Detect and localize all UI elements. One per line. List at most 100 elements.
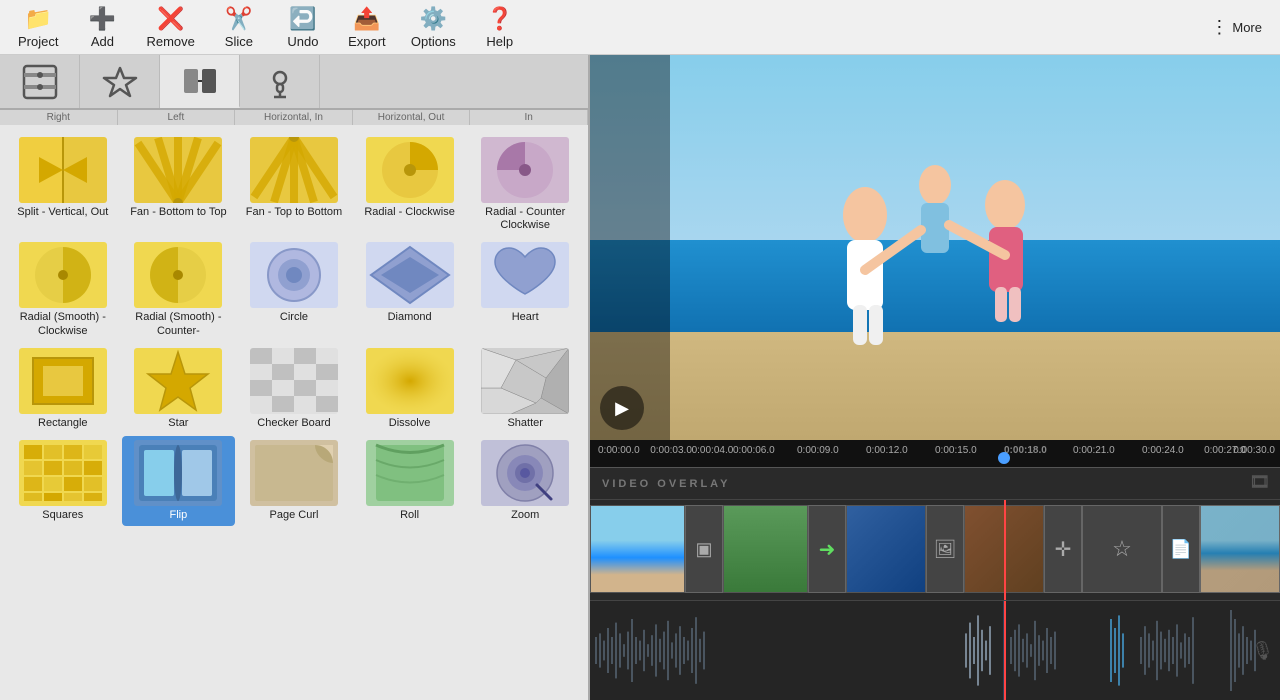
label-in: In xyxy=(470,110,588,125)
transition-shatter[interactable]: Shatter xyxy=(468,344,582,434)
transition-split-vertical-out[interactable]: Split - Vertical, Out xyxy=(6,133,120,236)
remove-button[interactable]: ❌ Remove xyxy=(136,2,204,53)
time-mark-6: 0:00:15.0 xyxy=(935,445,977,456)
track-area: ▣ ➜ 🖼 xyxy=(590,500,1280,600)
audio-track: 🎙 xyxy=(590,600,1280,700)
waveform xyxy=(590,601,1280,700)
add-button[interactable]: ➕ Add xyxy=(72,2,132,53)
help-label: Help xyxy=(486,34,513,49)
transition-5[interactable]: 📄 xyxy=(1162,505,1200,593)
transition-diamond[interactable]: Diamond xyxy=(353,238,467,341)
transition-circle[interactable]: Circle xyxy=(237,238,351,341)
time-mark-4: 0:00:09.0 xyxy=(797,445,839,456)
transition-fan-bottom-top[interactable]: Fan - Bottom to Top xyxy=(122,133,236,236)
toolbar: 📁 Project ➕ Add ❌ Remove ✂️ Slice ↩️ Und… xyxy=(0,0,1280,55)
options-icon: ⚙️ xyxy=(420,6,447,32)
clip-1[interactable] xyxy=(590,505,685,593)
transition-radial-smooth-counter[interactable]: Radial (Smooth) - Counter- xyxy=(122,238,236,341)
transition-label: Page Curl xyxy=(270,509,319,522)
undo-button[interactable]: ↩️ Undo xyxy=(273,2,333,53)
more-label: More xyxy=(1232,20,1262,35)
clip-6[interactable] xyxy=(1200,505,1280,593)
options-button[interactable]: ⚙️ Options xyxy=(401,2,466,53)
time-mark-current: 0:00:18.0 xyxy=(1004,445,1047,456)
transition-label: Squares xyxy=(42,509,83,522)
undo-icon: ↩️ xyxy=(289,6,316,32)
transition-checker-board[interactable]: Checker Board xyxy=(237,344,351,434)
export-icon: 📤 xyxy=(353,6,380,32)
time-mark-2: 0:00:04.0 xyxy=(692,445,734,456)
timeline-area: 0:00:00.0 0:00:03.0 0:00:04.0 0:00:06.0 … xyxy=(590,440,1280,700)
video-overlay-bar: VIDEO OVERLAY 🎞 xyxy=(590,468,1280,500)
transition-label: Diamond xyxy=(388,311,432,324)
clip-strip: ▣ ➜ 🖼 xyxy=(590,505,1280,593)
slice-icon: ✂️ xyxy=(225,6,252,32)
transition-label: Fan - Bottom to Top xyxy=(130,206,226,219)
playhead-marker[interactable] xyxy=(998,452,1010,464)
label-left: Left xyxy=(118,110,236,125)
transition-label: Circle xyxy=(280,311,308,324)
export-button[interactable]: 📤 Export xyxy=(337,2,397,53)
film-strip-icon: 🎞 xyxy=(1250,472,1272,492)
transition-fan-top-bottom[interactable]: Fan - Top to Bottom xyxy=(237,133,351,236)
transition-2[interactable]: ➜ xyxy=(808,505,846,593)
play-button[interactable]: ▶ xyxy=(600,386,644,430)
time-mark-1: 0:00:03.0 xyxy=(650,445,692,456)
label-h-in: Horizontal, In xyxy=(235,110,353,125)
clip-5[interactable]: ☆ xyxy=(1082,505,1162,593)
arrow-icon: ➜ xyxy=(819,537,836,562)
page-icon: 📄 xyxy=(1170,539,1192,560)
section-labels: Right Left Horizontal, In Horizontal, Ou… xyxy=(0,110,588,125)
transition-label: Zoom xyxy=(511,509,539,522)
tab-effects[interactable] xyxy=(0,55,80,108)
transition-dissolve[interactable]: Dissolve xyxy=(353,344,467,434)
options-label: Options xyxy=(411,34,456,49)
tab-transitions[interactable] xyxy=(160,55,240,108)
transition-label: Radial (Smooth) - Counter- xyxy=(124,311,234,337)
transition-flip[interactable]: Flip xyxy=(122,436,236,526)
export-label: Export xyxy=(348,34,386,49)
transition-label: Radial - Counter Clockwise xyxy=(470,206,580,232)
project-icon: 📁 xyxy=(25,6,52,32)
transition-squares[interactable]: Squares xyxy=(6,436,120,526)
tab-audio[interactable] xyxy=(240,55,320,108)
audio-mic-icon[interactable]: 🎙 xyxy=(1251,640,1274,661)
transition-label: Radial (Smooth) - Clockwise xyxy=(8,311,118,337)
audio-playhead xyxy=(1004,601,1006,700)
more-button[interactable]: ⋮ More xyxy=(1200,13,1272,42)
t-icon: ▣ xyxy=(695,539,712,560)
tab-bar xyxy=(0,55,588,110)
add-icon: ➕ xyxy=(89,6,116,32)
transition-star[interactable]: Star xyxy=(122,344,236,434)
clip-3[interactable] xyxy=(846,505,926,593)
plus-icon: ✛ xyxy=(1055,537,1072,562)
time-mark-end: 0:00:30.0 xyxy=(1233,445,1275,456)
transition-4[interactable]: ✛ xyxy=(1044,505,1082,593)
transition-page-curl[interactable]: Page Curl xyxy=(237,436,351,526)
transition-rectangle[interactable]: Rectangle xyxy=(6,344,120,434)
project-button[interactable]: 📁 Project xyxy=(8,2,68,53)
more-icon: ⋮ xyxy=(1210,17,1228,38)
time-mark-5: 0:00:12.0 xyxy=(866,445,908,456)
transition-3[interactable]: 🖼 xyxy=(926,505,964,593)
transition-radial-counter[interactable]: Radial - Counter Clockwise xyxy=(468,133,582,236)
preview-video: ▶ xyxy=(590,55,1280,440)
transition-label: Star xyxy=(168,417,188,430)
help-button[interactable]: ❓ Help xyxy=(470,2,530,53)
transition-1[interactable]: ▣ xyxy=(685,505,723,593)
tab-favorites[interactable] xyxy=(80,55,160,108)
transition-label: Checker Board xyxy=(257,417,330,430)
slice-label: Slice xyxy=(225,34,253,49)
clip-2[interactable] xyxy=(723,505,808,593)
transition-radial-cw[interactable]: Radial - Clockwise xyxy=(353,133,467,236)
main-area: Right Left Horizontal, In Horizontal, Ou… xyxy=(0,55,1280,700)
slice-button[interactable]: ✂️ Slice xyxy=(209,2,269,53)
undo-label: Undo xyxy=(287,34,318,49)
transition-zoom[interactable]: Zoom xyxy=(468,436,582,526)
transition-roll[interactable]: Roll xyxy=(353,436,467,526)
playhead-line xyxy=(1004,500,1006,600)
transition-label: Radial - Clockwise xyxy=(364,206,454,219)
transition-heart[interactable]: Heart xyxy=(468,238,582,341)
transition-radial-smooth-cw[interactable]: Radial (Smooth) - Clockwise xyxy=(6,238,120,341)
transitions-panel: Split - Vertical, Out xyxy=(0,125,588,700)
